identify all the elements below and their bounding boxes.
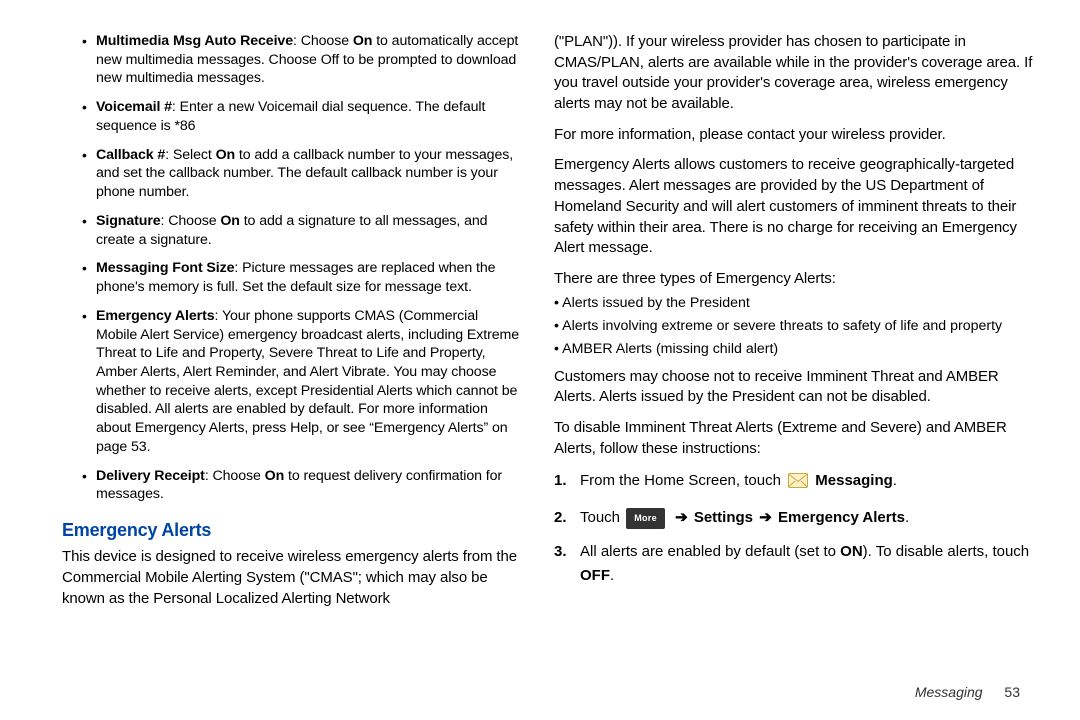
footer-page-number: 53	[1004, 684, 1020, 700]
step-3-on: ON	[840, 543, 863, 560]
manual-page: Multimedia Msg Auto Receive: Choose On t…	[0, 0, 1080, 720]
step-3-c: .	[610, 567, 614, 584]
para-more-info: For more information, please contact you…	[554, 125, 1036, 146]
bullet-label: Callback #	[96, 147, 165, 163]
para-instructions: To disable Imminent Threat Alerts (Extre…	[554, 418, 1036, 459]
footer-section: Messaging	[915, 684, 983, 700]
para-three-types: There are three types of Emergency Alert…	[554, 269, 1036, 290]
alert-type-safety: • Alerts involving extreme or severe thr…	[554, 317, 1036, 336]
bullet-text: : Your phone supports CMAS (Commercial M…	[96, 308, 519, 455]
bullet-label: Messaging Font Size	[96, 260, 234, 276]
bullet-voicemail: Voicemail #: Enter a new Voicemail dial …	[96, 98, 520, 135]
bullet-font-size: Messaging Font Size: Picture messages ar…	[96, 259, 520, 296]
step-3: All alerts are enabled by default (set t…	[554, 540, 1036, 588]
para-desc: Emergency Alerts allows customers to rec…	[554, 155, 1036, 258]
bullet-mms-auto: Multimedia Msg Auto Receive: Choose On t…	[96, 32, 520, 88]
para-opt-out: Customers may choose not to receive Immi…	[554, 367, 1036, 408]
step-2-period: .	[905, 509, 909, 526]
bullet-text: : Choose	[205, 468, 265, 484]
step-3-b: ). To disable alerts, touch	[863, 543, 1029, 560]
step-3-off: OFF	[580, 567, 610, 584]
bullet-bold: On	[216, 147, 236, 163]
alert-type-amber: • AMBER Alerts (missing child alert)	[554, 340, 1036, 359]
arrow-icon: ➔	[675, 509, 688, 526]
bullet-delivery-receipt: Delivery Receipt: Choose On to request d…	[96, 467, 520, 504]
steps-list: From the Home Screen, touch Messaging. T…	[554, 469, 1036, 588]
left-column: Multimedia Msg Auto Receive: Choose On t…	[62, 32, 520, 619]
arrow-icon: ➔	[759, 509, 772, 526]
bullet-emergency-alerts: Emergency Alerts: Your phone supports CM…	[96, 307, 520, 457]
more-button-icon: More	[626, 508, 665, 528]
bullet-text: : Select	[165, 147, 215, 163]
bullet-bold: On	[353, 33, 373, 49]
messaging-icon	[788, 472, 808, 496]
alert-type-list: • Alerts issued by the President • Alert…	[554, 294, 1036, 359]
bullet-callback: Callback #: Select On to add a callback …	[96, 146, 520, 202]
bullet-label: Multimedia Msg Auto Receive	[96, 33, 293, 49]
bullet-text: : Choose	[161, 213, 221, 229]
step-3-a: All alerts are enabled by default (set t…	[580, 543, 840, 560]
step-2-settings: Settings	[694, 509, 753, 526]
bullet-label: Voicemail #	[96, 99, 172, 115]
step-2-touch: Touch	[580, 509, 624, 526]
page-footer: Messaging 53	[915, 684, 1020, 700]
step-2: Touch More ➔ Settings ➔ Emergency Alerts…	[554, 506, 1036, 530]
alert-type-president: • Alerts issued by the President	[554, 294, 1036, 313]
step-1: From the Home Screen, touch Messaging.	[554, 469, 1036, 496]
step-1-period: .	[893, 472, 897, 489]
bullet-label: Signature	[96, 213, 161, 229]
bullet-bold: On	[220, 213, 240, 229]
section-intro-para: This device is designed to receive wirel…	[62, 547, 520, 609]
right-column: ("PLAN")). If your wireless provider has…	[554, 32, 1036, 619]
step-1-messaging: Messaging	[815, 472, 893, 489]
step-2-ea: Emergency Alerts	[778, 509, 905, 526]
para-plan: ("PLAN")). If your wireless provider has…	[554, 32, 1036, 115]
step-1-pre: From the Home Screen, touch	[580, 472, 785, 489]
bullet-signature: Signature: Choose On to add a signature …	[96, 212, 520, 249]
bullet-text: : Choose	[293, 33, 353, 49]
bullet-bold: On	[265, 468, 285, 484]
bullet-label: Delivery Receipt	[96, 468, 205, 484]
bullet-label: Emergency Alerts	[96, 308, 215, 324]
setting-bullets: Multimedia Msg Auto Receive: Choose On t…	[62, 32, 520, 504]
two-column-layout: Multimedia Msg Auto Receive: Choose On t…	[62, 32, 1036, 619]
section-heading-emergency-alerts: Emergency Alerts	[62, 520, 520, 541]
